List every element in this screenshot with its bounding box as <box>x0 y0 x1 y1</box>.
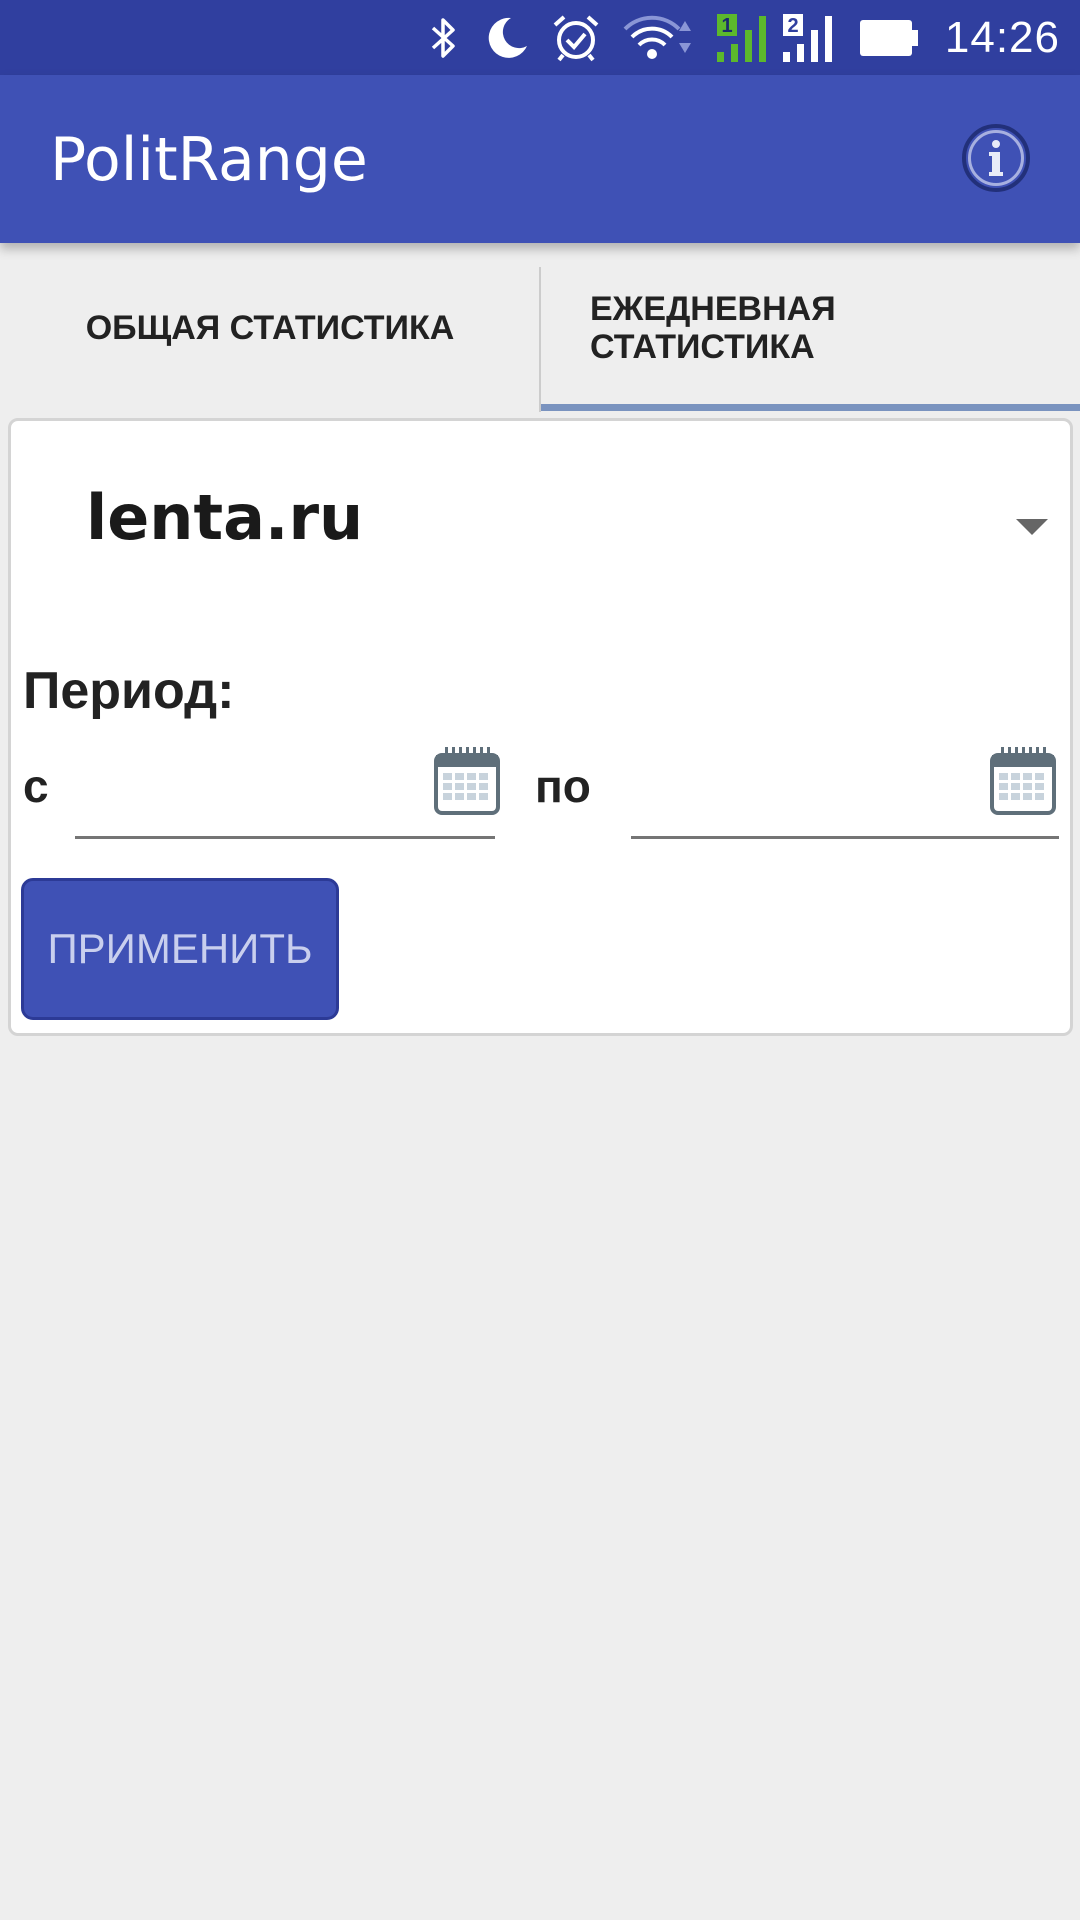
dropdown-arrow-icon <box>1016 519 1048 535</box>
app-bar: PolitRange <box>0 75 1080 243</box>
signal-sim2-icon: 2 <box>781 12 837 64</box>
tab-bar: ОБЩАЯ СТАТИСТИКА ЕЖЕДНЕВНАЯ СТАТИСТИКА <box>0 243 1080 413</box>
sim1-label: 1 <box>721 15 732 37</box>
date-from-field[interactable] <box>75 749 495 839</box>
signal-sim1-icon: 1 <box>715 12 771 64</box>
info-icon <box>968 130 1024 186</box>
info-button[interactable] <box>962 124 1030 192</box>
tab-general-statistics[interactable]: ОБЩАЯ СТАТИСТИКА <box>0 243 540 413</box>
status-icons: 1 2 14:26 <box>407 0 1060 75</box>
calendar-to-icon[interactable] <box>989 745 1057 817</box>
calendar-from-icon[interactable] <box>433 745 501 817</box>
battery-icon <box>859 18 919 58</box>
filter-card: lenta.ru Период: с по ПРИМЕНИТЬ <box>8 418 1073 1036</box>
site-dropdown[interactable]: lenta.ru <box>11 421 1070 616</box>
from-label: с <box>23 760 49 812</box>
status-time: 14:26 <box>944 12 1060 62</box>
status-bar: 1 2 14:26 <box>0 0 1080 75</box>
wifi-icon <box>623 13 693 63</box>
sim2-label: 2 <box>787 15 798 37</box>
period-label: Период: <box>23 662 235 720</box>
tab-selected-indicator <box>541 404 1080 411</box>
bluetooth-icon <box>429 16 459 60</box>
app-title: PolitRange <box>50 125 368 195</box>
apply-button[interactable]: ПРИМЕНИТЬ <box>21 878 339 1020</box>
moon-icon <box>481 14 529 62</box>
to-label: по <box>535 760 591 812</box>
tab-daily-statistics[interactable]: ЕЖЕДНЕВНАЯ СТАТИСТИКА <box>540 243 1080 413</box>
site-selected-value: lenta.ru <box>86 481 364 554</box>
tab-daily-label: ЕЖЕДНЕВНАЯ СТАТИСТИКА <box>590 290 836 366</box>
alarm-icon <box>551 13 601 63</box>
